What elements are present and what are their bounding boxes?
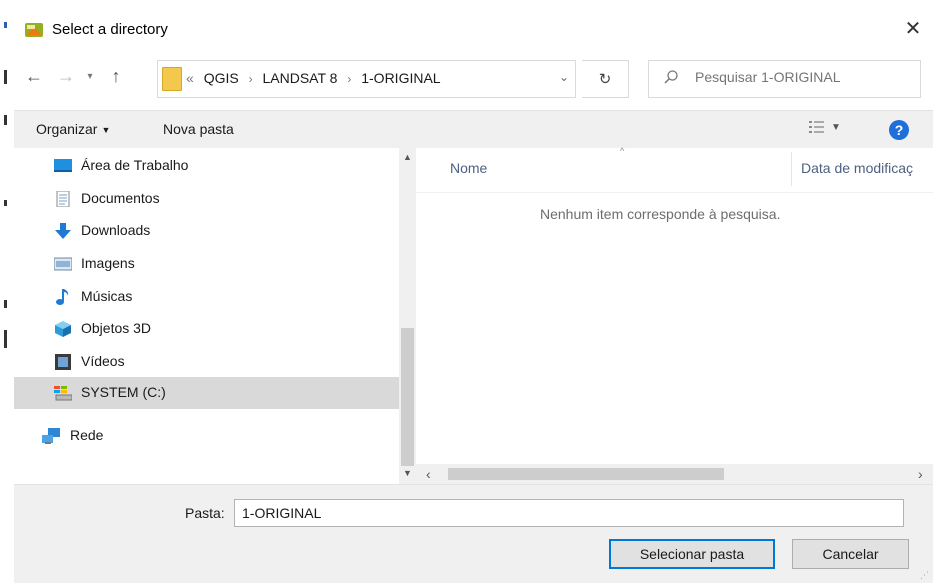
nav-item-music[interactable]: Músicas — [14, 281, 399, 313]
edge-mark — [4, 200, 7, 206]
arrow-left-icon: ← — [25, 65, 43, 86]
nav-item-label: Objetos 3D — [81, 320, 152, 336]
arrow-up-icon: ↑ — [111, 65, 121, 86]
refresh-icon: ↻ — [598, 71, 612, 88]
nav-item-label: Rede — [70, 427, 104, 443]
nav-item-label: Downloads — [81, 222, 151, 238]
music-note-icon — [56, 289, 69, 305]
download-arrow-icon — [55, 223, 71, 239]
resize-grip-icon[interactable]: ⋰ — [920, 570, 929, 581]
film-icon — [55, 354, 71, 370]
select-folder-button[interactable]: Selecionar pasta — [609, 539, 775, 569]
dialog-footer: Pasta: Selecionar pasta Cancelar ⋰ — [14, 484, 933, 583]
network-icon — [42, 428, 60, 444]
caret-down-icon: ▼ — [831, 121, 841, 133]
file-list-pane: ^ Nome Data de modificaç Nenhum item cor… — [416, 146, 933, 484]
drive-icon — [54, 386, 72, 401]
nav-item-system-drive[interactable]: SYSTEM (C:) — [14, 377, 399, 409]
help-icon: ? — [894, 122, 904, 138]
refresh-button[interactable]: ↻ — [582, 60, 629, 98]
scroll-up-arrow-icon[interactable]: ▲ — [399, 152, 416, 166]
breadcrumb-item[interactable]: QGIS — [204, 70, 239, 86]
edge-mark — [4, 22, 7, 28]
nav-item-documents[interactable]: Documentos — [14, 183, 399, 215]
title-bar[interactable]: Select a directory ✕ — [14, 10, 933, 50]
edge-mark — [4, 330, 7, 348]
breadcrumb-overflow[interactable]: « — [186, 70, 200, 86]
empty-results-message: Nenhum item corresponde à pesquisa. — [540, 206, 781, 222]
nav-item-desktop[interactable]: Área de Trabalho — [14, 150, 399, 182]
scrollbar-thumb[interactable] — [401, 328, 414, 466]
nav-item-label: SYSTEM (C:) — [81, 384, 166, 400]
nav-item-network[interactable]: Rede — [14, 420, 399, 452]
folder-icon — [162, 67, 182, 91]
folder-name-input[interactable] — [234, 499, 904, 527]
desktop-icon — [54, 159, 72, 172]
edge-mark — [4, 115, 7, 125]
breadcrumb-separator-icon[interactable]: › — [243, 72, 259, 86]
chevron-down-icon: ▾ — [87, 70, 93, 82]
column-header-name[interactable]: Nome — [450, 160, 487, 176]
scroll-right-arrow-icon[interactable]: › — [918, 466, 923, 482]
scrollbar-thumb[interactable] — [448, 468, 724, 480]
breadcrumb-separator-icon[interactable]: › — [341, 72, 357, 86]
column-divider[interactable] — [791, 152, 792, 186]
horizontal-scrollbar[interactable]: ‹ › — [416, 464, 933, 484]
nav-item-label: Vídeos — [81, 353, 125, 369]
column-header-row: ^ Nome Data de modificaç — [416, 146, 933, 193]
folder-field-label: Pasta: — [185, 505, 225, 521]
scroll-down-arrow-icon[interactable]: ▼ — [399, 468, 416, 482]
caret-down-icon: ▼ — [101, 125, 111, 136]
search-box[interactable] — [648, 60, 921, 98]
help-button[interactable]: ? — [889, 120, 909, 140]
navigation-pane: Área de Trabalho Documentos Downloads Im… — [14, 148, 416, 484]
nav-item-label: Documentos — [81, 190, 160, 206]
chevron-down-icon: ⌄ — [558, 70, 569, 84]
sort-ascending-icon: ^ — [620, 146, 625, 156]
qgis-app-icon — [24, 20, 44, 40]
dialog-title: Select a directory — [52, 21, 168, 38]
column-header-date-modified[interactable]: Data de modificaç — [801, 160, 913, 176]
forward-button[interactable]: → — [54, 64, 78, 88]
nav-item-downloads[interactable]: Downloads — [14, 215, 399, 247]
nav-item-label: Imagens — [81, 255, 135, 271]
breadcrumb: « QGIS › LANDSAT 8 › 1-ORIGINAL — [186, 70, 441, 86]
cube-3d-icon — [55, 321, 71, 337]
view-details-icon — [809, 121, 824, 133]
scroll-left-arrow-icon[interactable]: ‹ — [426, 466, 431, 482]
nav-item-pictures[interactable]: Imagens — [14, 248, 399, 280]
address-bar[interactable]: « QGIS › LANDSAT 8 › 1-ORIGINAL ⌄ — [157, 60, 576, 98]
documents-icon — [56, 191, 70, 207]
new-folder-button[interactable]: Nova pasta — [163, 121, 234, 137]
up-one-level-button[interactable]: ↑ — [104, 64, 128, 88]
address-row: ← → ▾ ↑ « QGIS › LANDSAT 8 › 1-ORIGINAL … — [14, 54, 933, 100]
arrow-right-icon: → — [57, 65, 75, 86]
close-icon: ✕ — [904, 17, 922, 40]
command-toolbar: Organizar ▼ Nova pasta ▼ ? — [14, 110, 933, 150]
select-directory-dialog: Select a directory ✕ ← → ▾ ↑ « QGIS › LA… — [14, 0, 933, 583]
search-icon — [664, 70, 678, 84]
close-button[interactable]: ✕ — [899, 14, 927, 42]
cancel-button[interactable]: Cancelar — [792, 539, 909, 569]
nav-item-label: Área de Trabalho — [81, 157, 189, 173]
nav-scrollbar[interactable]: ▲ ▼ — [399, 148, 416, 484]
change-view-button[interactable]: ▼ — [809, 120, 841, 134]
organize-menu-button[interactable]: Organizar ▼ — [36, 121, 110, 137]
breadcrumb-item[interactable]: 1-ORIGINAL — [361, 70, 440, 86]
nav-item-videos[interactable]: Vídeos — [14, 346, 399, 378]
edge-mark — [4, 300, 7, 308]
edge-mark — [4, 70, 7, 84]
nav-item-3d-objects[interactable]: Objetos 3D — [14, 313, 399, 345]
pictures-icon — [54, 257, 72, 271]
address-dropdown-button[interactable]: ⌄ — [559, 70, 569, 84]
nav-item-label: Músicas — [81, 288, 133, 304]
background-window-edge — [0, 0, 15, 582]
back-button[interactable]: ← — [22, 64, 46, 88]
breadcrumb-item[interactable]: LANDSAT 8 — [262, 70, 337, 86]
search-input[interactable] — [695, 69, 915, 85]
recent-locations-button[interactable]: ▾ — [82, 64, 98, 88]
organize-label: Organizar — [36, 121, 98, 137]
